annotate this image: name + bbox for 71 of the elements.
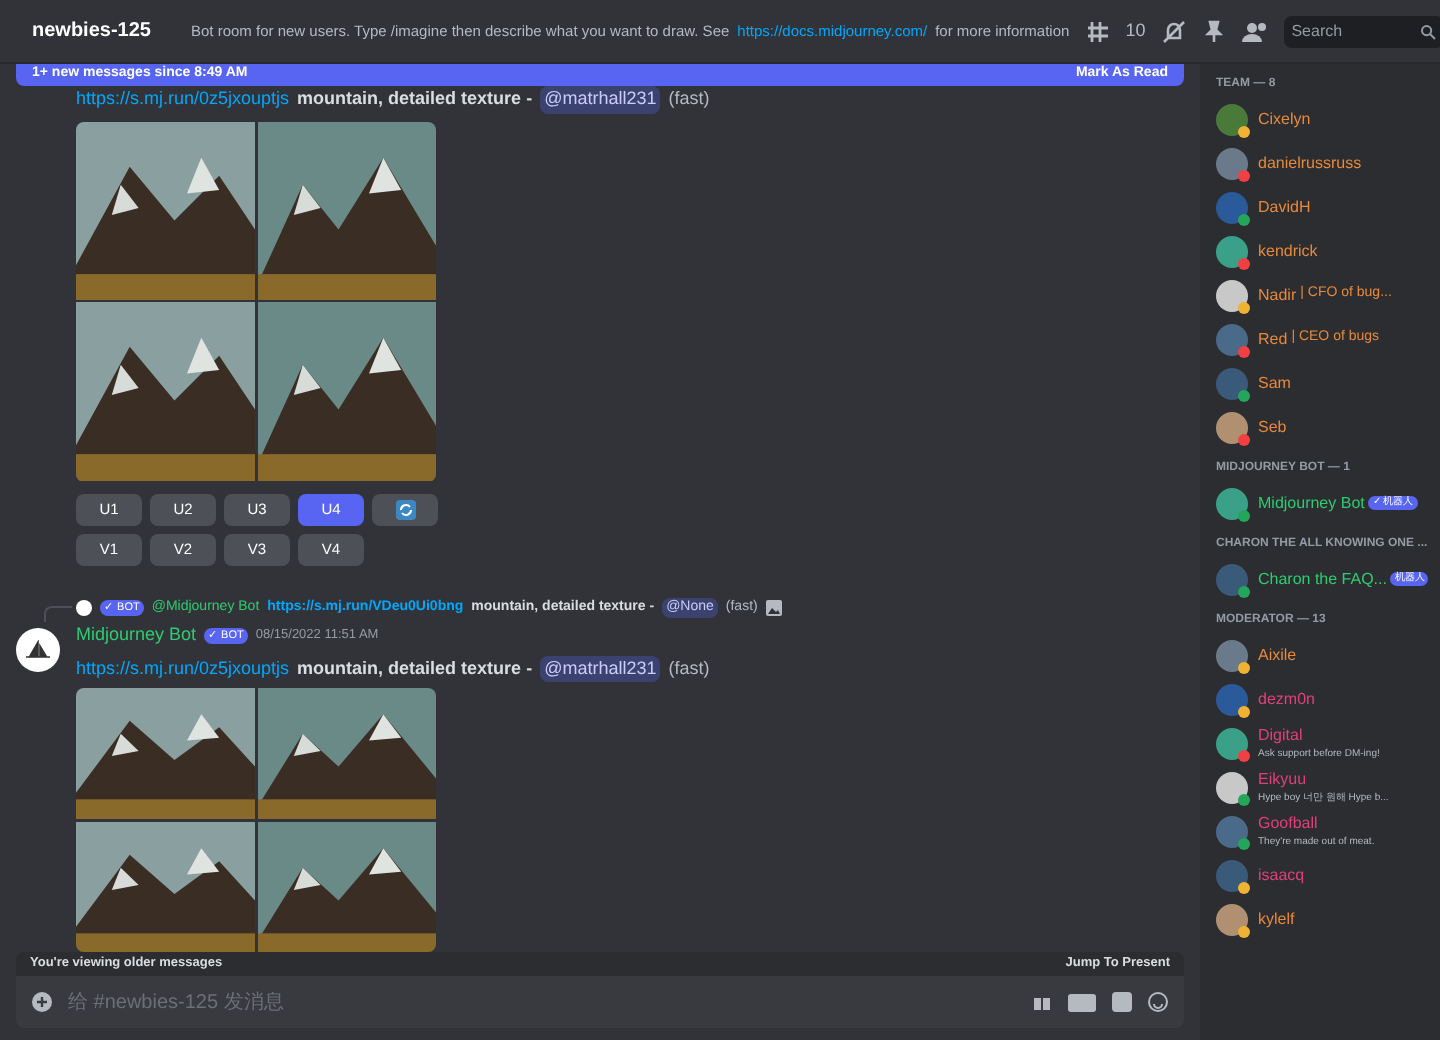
member-name: DavidH — [1258, 195, 1311, 219]
prompt-text: mountain, detailed texture - — [297, 86, 533, 112]
member-item[interactable]: Sam — [1216, 362, 1424, 404]
author-name[interactable]: Midjourney Bot — [76, 622, 197, 649]
member-name: kendrick — [1258, 239, 1318, 263]
member-item[interactable]: kendrick — [1216, 230, 1424, 272]
member-avatar — [1216, 103, 1248, 135]
plus-icon[interactable] — [32, 992, 52, 1012]
member-avatar — [1216, 487, 1248, 519]
member-name: Goofball — [1258, 811, 1318, 836]
member-avatar — [1216, 191, 1248, 223]
member-avatar — [1216, 903, 1248, 935]
member-item[interactable]: Seb — [1216, 406, 1424, 448]
members-icon[interactable] — [1241, 19, 1268, 43]
user-mention[interactable]: @matrhall231 — [540, 86, 661, 113]
search-input[interactable]: Search — [1291, 19, 1412, 43]
member-item[interactable]: danielrussruss — [1216, 142, 1424, 184]
sailboat-icon — [26, 640, 50, 660]
member-item[interactable]: kylelf — [1216, 898, 1424, 940]
member-name: Charon the FAQ... — [1258, 567, 1387, 591]
message-composer[interactable]: 给 #newbies-125 发消息 — [16, 976, 1184, 1028]
user-mention[interactable]: @matrhall231 — [540, 655, 661, 682]
search-field[interactable]: Search — [1283, 15, 1440, 47]
member-name: Aixile — [1258, 643, 1297, 667]
member-name: Cixelyn — [1258, 107, 1311, 131]
member-avatar — [1216, 771, 1248, 803]
member-name: dezm0n — [1258, 687, 1315, 711]
member-avatar — [1216, 859, 1248, 891]
member-name: Nadir — [1258, 283, 1297, 307]
reply-avatar — [76, 599, 92, 616]
search-icon — [1419, 23, 1436, 39]
mode-text: (fast) — [668, 86, 710, 112]
member-avatar — [1216, 323, 1248, 355]
member-name: Red — [1258, 327, 1288, 351]
member-name: kylelf — [1258, 907, 1295, 931]
link[interactable]: https://s.mj.run/0z5jxouptjs — [76, 86, 290, 113]
member-avatar — [1216, 279, 1248, 311]
member-name: isaacq — [1258, 863, 1305, 887]
member-item[interactable]: dezm0n — [1216, 678, 1424, 720]
member-avatar — [1216, 563, 1248, 595]
member-name: Eikyuu — [1258, 767, 1307, 792]
member-name: Midjourney Bot — [1258, 491, 1365, 515]
member-avatar — [1216, 147, 1248, 179]
emoji-icon[interactable] — [1148, 992, 1168, 1012]
member-name: Sam — [1258, 371, 1291, 395]
member-name: Seb — [1258, 415, 1287, 439]
threads-icon[interactable] — [1085, 19, 1110, 43]
mode-text: (fast) — [668, 655, 710, 682]
refresh-icon — [395, 499, 415, 519]
message-field[interactable]: 给 #newbies-125 发消息 — [68, 987, 1016, 1017]
member-item[interactable]: isaacq — [1216, 854, 1424, 896]
member-name: danielrussruss — [1258, 151, 1362, 175]
member-item[interactable]: Aixile — [1216, 634, 1424, 676]
member-avatar — [1216, 639, 1248, 671]
member-avatar — [1216, 683, 1248, 715]
muted-bell-icon[interactable] — [1161, 19, 1186, 43]
member-avatar — [1216, 235, 1248, 267]
image-icon — [765, 599, 782, 616]
member-item[interactable]: Cixelyn — [1216, 98, 1424, 140]
channel-name: newbies-125 — [32, 18, 151, 46]
pin-icon[interactable] — [1201, 19, 1226, 43]
member-avatar — [1216, 815, 1248, 847]
member-avatar — [1216, 411, 1248, 443]
member-item[interactable]: DavidH — [1216, 186, 1424, 228]
link[interactable]: https://s.mj.run/0z5jxouptjs — [76, 655, 290, 682]
member-avatar — [1216, 727, 1248, 759]
member-avatar — [1216, 367, 1248, 399]
thread-count: 10 — [1125, 17, 1146, 44]
prompt-text: mountain, detailed texture - — [297, 655, 533, 681]
member-name: Digital — [1258, 723, 1303, 748]
reroll-button[interactable] — [372, 493, 438, 525]
